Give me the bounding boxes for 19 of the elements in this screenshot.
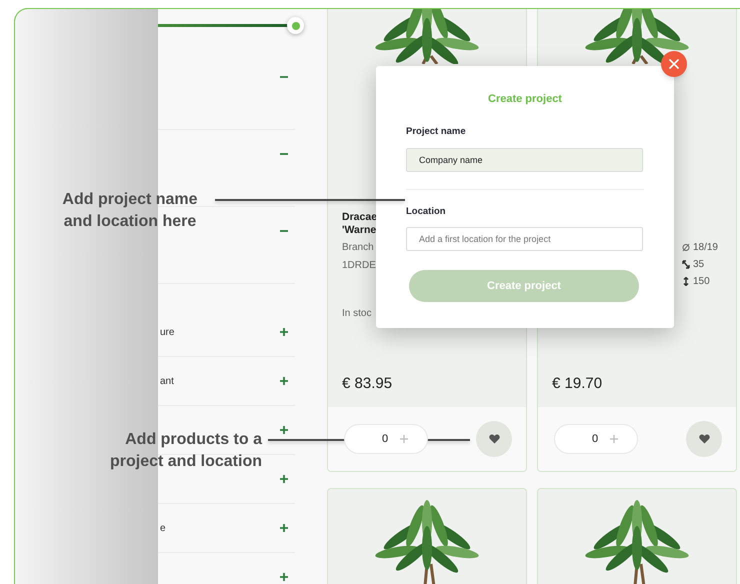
dialog-title: Create project — [488, 92, 562, 106]
product-price: € 83.95 — [342, 374, 392, 394]
spec-value: 35 — [692, 258, 704, 272]
stock-status: In stoc — [342, 307, 372, 321]
annotation-text: Add project name and location here — [61, 190, 199, 232]
filter-label: ure — [160, 326, 174, 340]
annotation-text: Add products to a project and location — [108, 430, 262, 472]
product-price: € 19.70 — [552, 374, 602, 394]
quantity-value: 0 — [382, 432, 388, 447]
product-name: Dracae 'Warne — [342, 211, 378, 237]
field-label: Location — [406, 205, 446, 219]
product-detail: 1DRDE — [342, 259, 376, 273]
field-label: Project name — [406, 125, 466, 139]
filter-label: ant — [160, 374, 174, 388]
product-detail: Branch — [342, 241, 374, 255]
spec-value: 150 — [692, 275, 710, 289]
quantity-value: 0 — [592, 432, 598, 447]
filter-label: e — [160, 522, 166, 536]
spec-value: 18/19 — [692, 241, 718, 255]
